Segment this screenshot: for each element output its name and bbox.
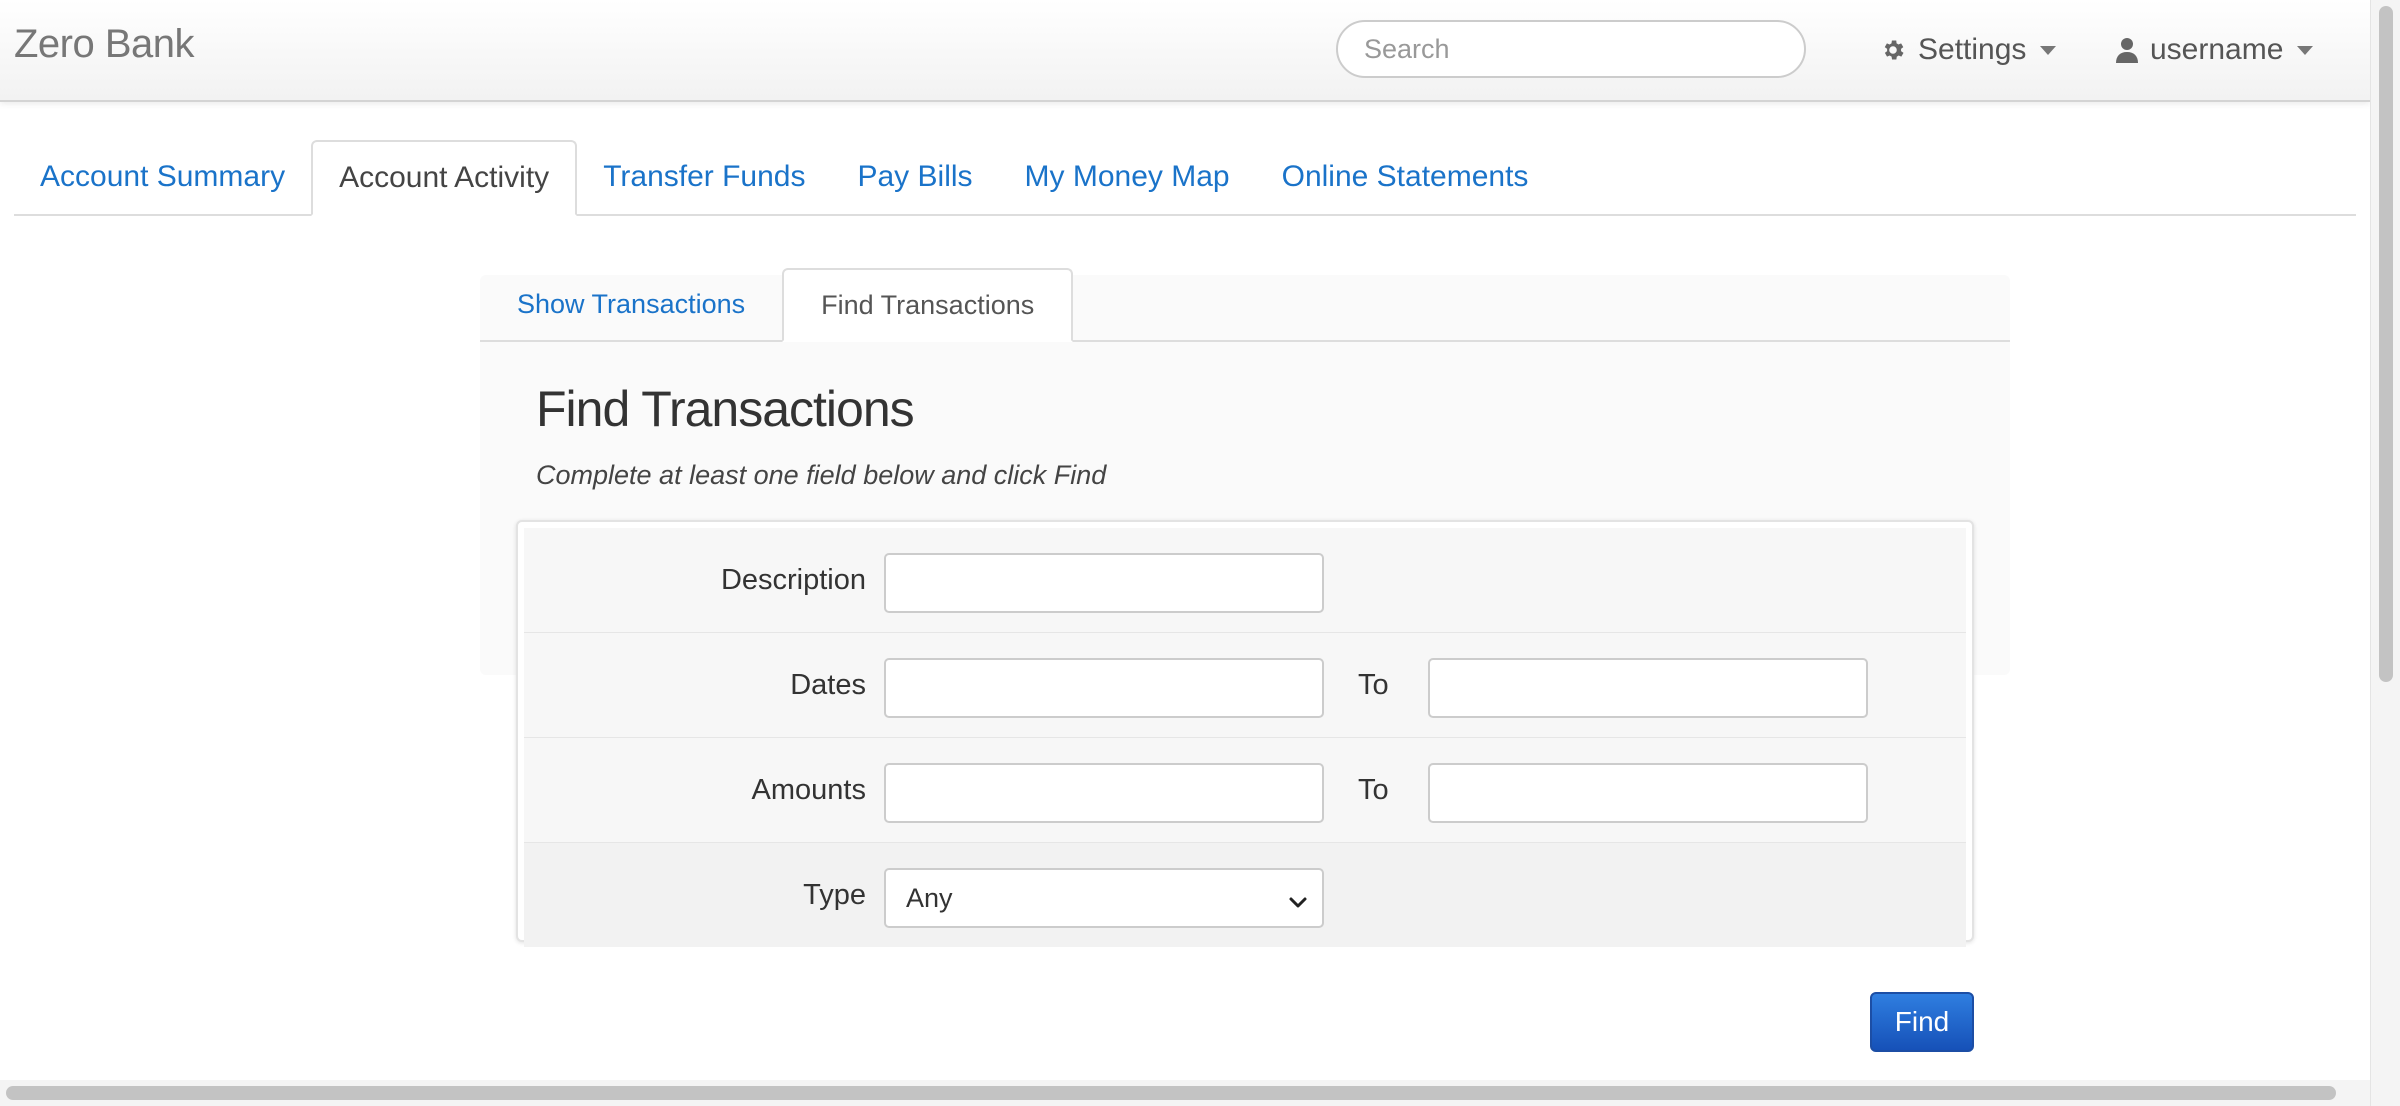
find-form: Description Dates To Amounts To Type Any bbox=[516, 520, 1974, 947]
tab-account-summary[interactable]: Account Summary bbox=[14, 140, 311, 214]
horizontal-scrollbar[interactable] bbox=[0, 1080, 2370, 1106]
to-amount-field[interactable] bbox=[1428, 763, 1868, 823]
tab-transfer-funds[interactable]: Transfer Funds bbox=[577, 140, 831, 214]
description-field[interactable] bbox=[884, 553, 1324, 613]
find-button[interactable]: Find bbox=[1870, 992, 1974, 1052]
type-label: Type bbox=[803, 878, 866, 911]
user-dropdown[interactable]: username bbox=[2116, 28, 2314, 72]
amounts-to-label: To bbox=[1358, 773, 1389, 806]
tab-find-transactions[interactable]: Find Transactions bbox=[782, 268, 1074, 342]
description-label: Description bbox=[720, 563, 866, 596]
amounts-label: Amounts bbox=[751, 773, 866, 806]
gear-icon bbox=[1880, 37, 1906, 63]
type-row: Type Any bbox=[524, 843, 1966, 947]
top-navbar: Zero Bank Settings username bbox=[0, 0, 2370, 102]
tab-my-money-map[interactable]: My Money Map bbox=[999, 140, 1256, 214]
type-selected-value: Any bbox=[906, 882, 953, 913]
type-select[interactable]: Any bbox=[884, 868, 1324, 928]
from-date-field[interactable] bbox=[884, 658, 1324, 718]
dates-to-label: To bbox=[1358, 668, 1389, 701]
from-amount-field[interactable] bbox=[884, 763, 1324, 823]
main-tabs: Account Summary Account Activity Transfe… bbox=[14, 140, 2356, 216]
username-label: username bbox=[2150, 33, 2284, 66]
dates-row: Dates To bbox=[524, 633, 1966, 738]
amounts-row: Amounts To bbox=[524, 738, 1966, 843]
to-date-field[interactable] bbox=[1428, 658, 1868, 718]
sub-tabs: Show Transactions Find Transactions bbox=[480, 268, 2010, 342]
tab-online-statements[interactable]: Online Statements bbox=[1256, 140, 1555, 214]
page-title: Find Transactions bbox=[536, 381, 915, 437]
user-icon bbox=[2116, 37, 2138, 63]
vertical-scroll-thumb[interactable] bbox=[2379, 6, 2393, 682]
horizontal-scroll-thumb[interactable] bbox=[6, 1086, 2336, 1100]
tab-show-transactions[interactable]: Show Transactions bbox=[480, 268, 782, 340]
chevron-down-icon bbox=[2297, 45, 2314, 55]
tab-pay-bills[interactable]: Pay Bills bbox=[831, 140, 998, 214]
search-input[interactable] bbox=[1336, 20, 1806, 78]
settings-label: Settings bbox=[1918, 33, 2027, 66]
vertical-scrollbar[interactable] bbox=[2370, 0, 2400, 1106]
description-row: Description bbox=[524, 528, 1966, 633]
tab-account-activity[interactable]: Account Activity bbox=[311, 140, 578, 216]
chevron-down-icon bbox=[2040, 45, 2057, 55]
chevron-down-icon bbox=[1288, 888, 1308, 919]
brand-logo[interactable]: Zero Bank bbox=[14, 22, 195, 67]
settings-dropdown[interactable]: Settings bbox=[1880, 28, 2057, 72]
dates-label: Dates bbox=[790, 668, 866, 701]
instructions-text: Complete at least one field below and cl… bbox=[536, 460, 1107, 490]
